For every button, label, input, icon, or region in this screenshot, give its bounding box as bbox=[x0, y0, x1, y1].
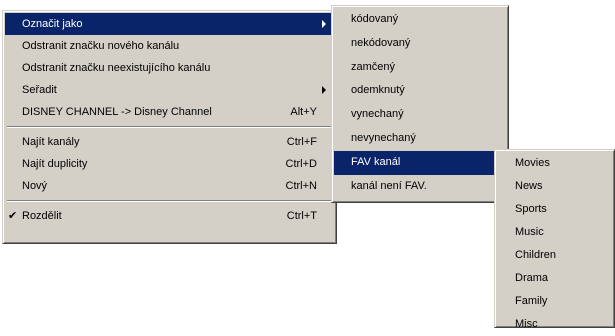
menu-item-label: Najít kanály bbox=[22, 136, 80, 148]
fav-item-music[interactable]: Music bbox=[497, 221, 612, 244]
fav-item-drama[interactable]: Drama bbox=[497, 267, 612, 290]
submenu-item-unlocked[interactable]: odemknutý bbox=[334, 79, 506, 103]
menu-item-label: Misc bbox=[515, 318, 538, 330]
menu-item-label: Music bbox=[515, 226, 544, 238]
fav-item-family[interactable]: Family bbox=[497, 290, 612, 313]
menu-item-shortcut: Alt+Y bbox=[290, 106, 317, 118]
fav-item-misc[interactable]: Misc bbox=[497, 313, 612, 336]
menu-item-label: Family bbox=[515, 295, 548, 307]
submenu-item-not-skipped[interactable]: nevynechaný bbox=[334, 127, 506, 151]
menu-item-label: Children bbox=[515, 249, 556, 261]
fav-category-submenu: Movies News Sports Music Children Drama … bbox=[494, 149, 615, 330]
fav-item-movies[interactable]: Movies bbox=[497, 152, 612, 175]
menu-item-sort[interactable]: Seřadit bbox=[5, 79, 334, 101]
menu-item-label: odemknutý bbox=[351, 84, 405, 97]
menu-item-label: Odstranit značku nového kanálu bbox=[22, 40, 180, 52]
menu-item-label: Movies bbox=[515, 157, 550, 169]
menu-item-label: Drama bbox=[515, 272, 549, 284]
menu-item-label: nevynechaný bbox=[351, 131, 416, 144]
submenu-item-not-fav[interactable]: kanál není FAV. bbox=[334, 175, 506, 199]
submenu-item-unencrypted[interactable]: nekódovaný bbox=[334, 32, 506, 56]
menu-item-label: vynechaný bbox=[351, 108, 404, 121]
menu-item-find-channels[interactable]: Najít kanály Ctrl+F bbox=[5, 131, 334, 153]
menu-item-label: nekódovaný bbox=[351, 36, 411, 49]
menu-item-label: News bbox=[515, 180, 543, 192]
submenu-item-locked[interactable]: zamčený bbox=[334, 56, 506, 80]
mark-as-submenu: kódovaný nekódovaný zamčený odemknutý vy… bbox=[331, 5, 509, 203]
menu-item-rename-disney[interactable]: DISNEY CHANNEL -> Disney Channel Alt+Y bbox=[5, 101, 334, 123]
menu-item-split[interactable]: ✔ Rozdělit Ctrl+T bbox=[5, 205, 334, 227]
menu-item-label: kódovaný bbox=[351, 13, 399, 25]
submenu-arrow-icon bbox=[322, 20, 326, 28]
submenu-arrow-icon bbox=[322, 86, 326, 94]
checkmark-icon: ✔ bbox=[8, 210, 18, 222]
submenu-item-encrypted[interactable]: kódovaný bbox=[334, 8, 506, 32]
menu-item-shortcut: Ctrl+F bbox=[286, 136, 317, 148]
menu-item-label: FAV kanál bbox=[351, 155, 401, 168]
menu-item-label: Sports bbox=[515, 203, 547, 215]
menu-item-label: kanál není FAV. bbox=[351, 179, 427, 192]
menu-item-shortcut: Ctrl+T bbox=[286, 210, 317, 222]
menu-item-new[interactable]: Nový Ctrl+N bbox=[5, 175, 334, 197]
menu-item-mark-as[interactable]: Označit jako bbox=[5, 13, 334, 35]
menu-item-shortcut: Ctrl+D bbox=[285, 158, 317, 170]
menu-separator bbox=[5, 197, 334, 205]
menu-item-shortcut: Ctrl+N bbox=[285, 180, 317, 192]
menu-item-label: DISNEY CHANNEL -> Disney Channel bbox=[22, 106, 212, 118]
fav-item-children[interactable]: Children bbox=[497, 244, 612, 267]
menu-item-remove-new-mark[interactable]: Odstranit značku nového kanálu bbox=[5, 35, 334, 57]
menu-separator bbox=[5, 123, 334, 131]
context-menu: Označit jako Odstranit značku nového kan… bbox=[2, 10, 337, 244]
menu-item-remove-nonexistent-mark[interactable]: Odstranit značku neexistujícího kanálu bbox=[5, 57, 334, 79]
menu-item-label: zamčený bbox=[351, 60, 396, 73]
fav-item-news[interactable]: News bbox=[497, 175, 612, 198]
fav-item-sports[interactable]: Sports bbox=[497, 198, 612, 221]
menu-item-label: Označit jako bbox=[22, 18, 83, 30]
menu-item-find-duplicates[interactable]: Najít duplicity Ctrl+D bbox=[5, 153, 334, 175]
menu-item-label: Odstranit značku neexistujícího kanálu bbox=[22, 62, 211, 74]
menu-item-label: Nový bbox=[22, 180, 48, 192]
submenu-item-fav-channel[interactable]: FAV kanál bbox=[334, 150, 506, 175]
menu-item-label: Rozdělit bbox=[22, 210, 62, 222]
menu-item-label: Seřadit bbox=[22, 84, 57, 96]
menu-item-label: Najít duplicity bbox=[22, 158, 88, 170]
submenu-item-skipped[interactable]: vynechaný bbox=[334, 103, 506, 127]
